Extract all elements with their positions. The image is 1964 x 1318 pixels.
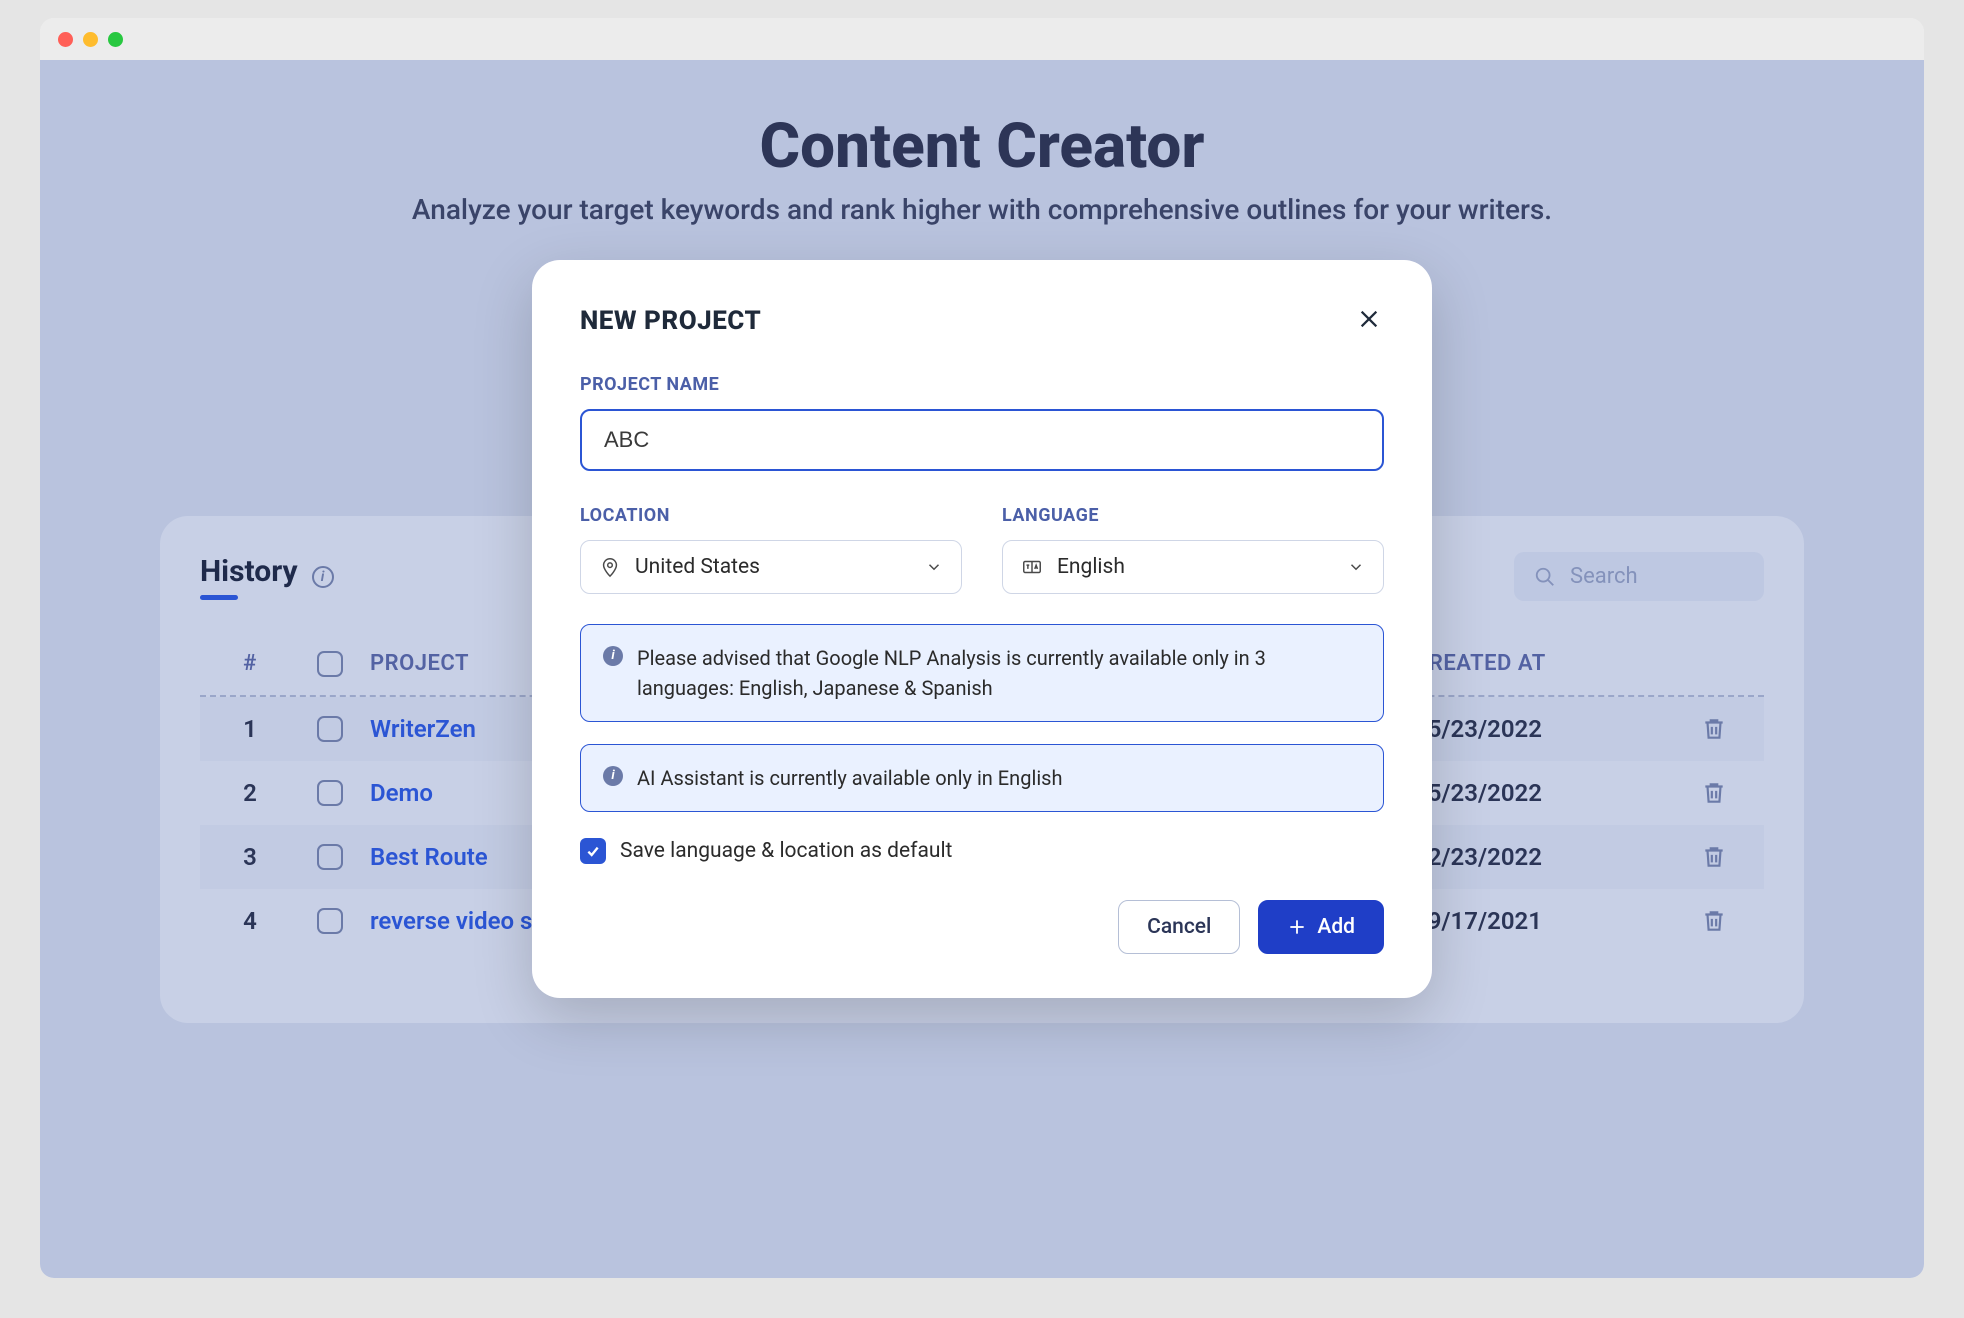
info-text: Please advised that Google NLP Analysis … xyxy=(637,643,1361,703)
delete-button[interactable] xyxy=(1674,908,1754,934)
info-icon[interactable]: i xyxy=(312,566,334,588)
row-checkbox[interactable] xyxy=(290,908,370,934)
plus-icon xyxy=(1287,917,1307,937)
page-subtitle: Analyze your target keywords and rank hi… xyxy=(70,193,1894,226)
language-label: LANGUAGE xyxy=(1002,505,1384,526)
window-minimize-icon[interactable] xyxy=(83,32,98,47)
close-icon xyxy=(1358,308,1380,330)
col-created-at: CREATED AT xyxy=(1414,651,1674,677)
row-checkbox[interactable] xyxy=(290,780,370,806)
save-default-checkbox[interactable] xyxy=(580,838,606,864)
trash-icon xyxy=(1701,844,1727,870)
page-body: Content Creator Analyze your target keyw… xyxy=(40,60,1924,1278)
window-close-icon[interactable] xyxy=(58,32,73,47)
modal-title: NEW PROJECT xyxy=(580,306,761,336)
location-pin-icon xyxy=(599,556,621,578)
trash-icon xyxy=(1701,716,1727,742)
history-title: History xyxy=(200,554,298,589)
trash-icon xyxy=(1701,908,1727,934)
language-icon xyxy=(1021,556,1043,578)
language-value: English xyxy=(1057,555,1125,579)
project-name-label: PROJECT NAME xyxy=(580,374,1384,395)
info-icon: i xyxy=(603,646,623,666)
chevron-down-icon xyxy=(925,558,943,576)
row-created-at: 05/23/2022 xyxy=(1414,779,1674,807)
search-input[interactable]: Search xyxy=(1514,552,1764,601)
language-select[interactable]: English xyxy=(1002,540,1384,594)
row-index: 1 xyxy=(210,715,290,743)
info-icon: i xyxy=(603,766,623,786)
info-banner-ai: i AI Assistant is currently available on… xyxy=(580,744,1384,812)
search-placeholder: Search xyxy=(1570,564,1638,589)
location-select[interactable]: United States xyxy=(580,540,962,594)
delete-button[interactable] xyxy=(1674,844,1754,870)
search-icon xyxy=(1534,566,1556,588)
row-checkbox[interactable] xyxy=(290,716,370,742)
delete-button[interactable] xyxy=(1674,780,1754,806)
col-checkbox[interactable] xyxy=(290,651,370,677)
info-banner-nlp: i Please advised that Google NLP Analysi… xyxy=(580,624,1384,722)
page-title: Content Creator xyxy=(70,110,1894,183)
app-window: Content Creator Analyze your target keyw… xyxy=(40,18,1924,1278)
location-value: United States xyxy=(635,555,760,579)
window-maximize-icon[interactable] xyxy=(108,32,123,47)
add-button[interactable]: Add xyxy=(1258,900,1384,954)
row-created-at: 05/23/2022 xyxy=(1414,715,1674,743)
save-default-label: Save language & location as default xyxy=(620,839,952,863)
row-created-at: 02/23/2022 xyxy=(1414,843,1674,871)
project-name-input[interactable] xyxy=(580,409,1384,471)
close-button[interactable] xyxy=(1354,302,1384,340)
row-index: 2 xyxy=(210,779,290,807)
col-index: # xyxy=(210,651,290,677)
check-icon xyxy=(585,843,601,859)
new-project-modal: NEW PROJECT PROJECT NAME LOCATION United… xyxy=(532,260,1432,998)
row-created-at: 09/17/2021 xyxy=(1414,907,1674,935)
save-default-row[interactable]: Save language & location as default xyxy=(580,838,1384,864)
info-text: AI Assistant is currently available only… xyxy=(637,763,1063,793)
titlebar xyxy=(40,18,1924,60)
delete-button[interactable] xyxy=(1674,716,1754,742)
location-label: LOCATION xyxy=(580,505,962,526)
row-index: 3 xyxy=(210,843,290,871)
trash-icon xyxy=(1701,780,1727,806)
cancel-button[interactable]: Cancel xyxy=(1118,900,1240,954)
history-underline xyxy=(200,595,238,600)
row-index: 4 xyxy=(210,907,290,935)
chevron-down-icon xyxy=(1347,558,1365,576)
row-checkbox[interactable] xyxy=(290,844,370,870)
